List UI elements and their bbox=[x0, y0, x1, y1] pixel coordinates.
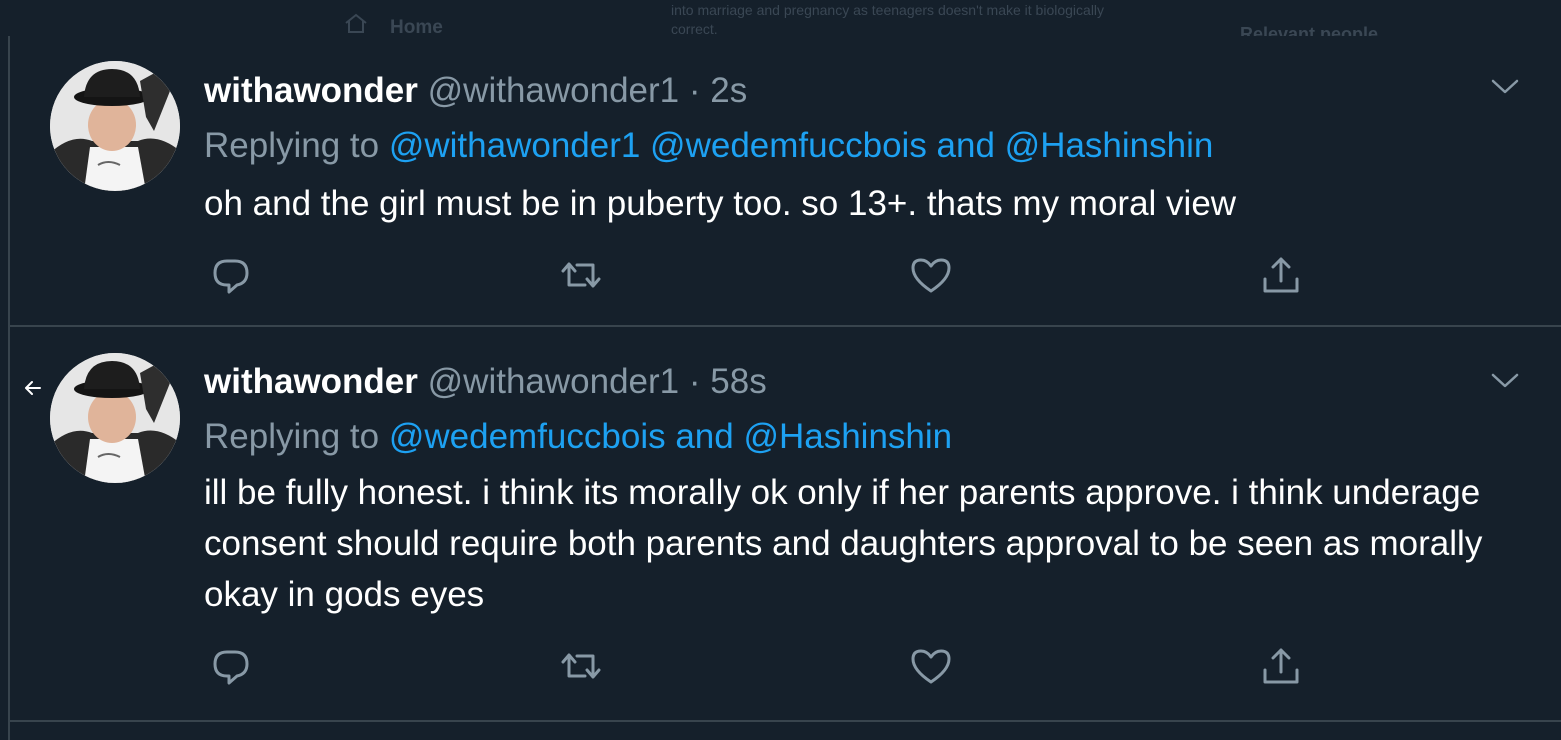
replying-to-label: Replying to bbox=[204, 417, 380, 456]
display-name[interactable]: withawonder bbox=[204, 362, 418, 401]
separator-dot: · bbox=[688, 71, 701, 110]
like-icon[interactable] bbox=[907, 251, 955, 299]
tweet-header: withawonder @withawonder1 · 2s bbox=[204, 69, 747, 113]
home-icon[interactable] bbox=[343, 12, 369, 34]
timestamp[interactable]: 2s bbox=[710, 71, 747, 110]
reply-icon[interactable] bbox=[207, 251, 255, 299]
tweet-actions bbox=[204, 251, 1324, 299]
avatar[interactable] bbox=[50, 61, 180, 191]
like-icon[interactable] bbox=[907, 642, 955, 690]
share-icon[interactable] bbox=[1257, 642, 1305, 690]
replying-to-label: Replying to bbox=[204, 126, 380, 165]
chevron-down-icon[interactable] bbox=[1488, 72, 1522, 100]
tweet-text: ill be fully honest. i think its morally… bbox=[204, 473, 1483, 614]
user-handle[interactable]: @withawonder1 bbox=[428, 71, 680, 110]
tweet[interactable]: withawonder @withawonder1 · 2s Replying … bbox=[10, 36, 1561, 327]
separator-dot: · bbox=[688, 362, 701, 401]
retweet-icon[interactable] bbox=[557, 642, 605, 690]
share-icon[interactable] bbox=[1257, 251, 1305, 299]
chevron-down-icon[interactable] bbox=[1488, 366, 1522, 394]
replying-to-mentions[interactable]: @withawonder1 @wedemfuccbois and @Hashin… bbox=[389, 126, 1214, 165]
background-window-strip: Home into marriage and pregnancy as teen… bbox=[0, 0, 1561, 36]
nav-home-label[interactable]: Home bbox=[390, 17, 443, 36]
relevant-people-heading: Relevant people bbox=[1240, 24, 1379, 36]
background-header-text: into marriage and pregnancy as teenagers… bbox=[671, 2, 1105, 36]
twitter-thread-view: Home into marriage and pregnancy as teen… bbox=[0, 0, 1561, 740]
tweet-text: oh and the girl must be in puberty too. … bbox=[204, 184, 1237, 223]
replying-to-line: Replying to @withawonder1 @wedemfuccbois… bbox=[204, 124, 1213, 168]
tweet-actions bbox=[204, 642, 1324, 690]
display-name[interactable]: withawonder bbox=[204, 71, 418, 110]
replying-to-line: Replying to @wedemfuccbois and @Hashinsh… bbox=[204, 415, 952, 459]
tweet[interactable]: withawonder @withawonder1 · 58s Replying… bbox=[10, 327, 1561, 722]
back-arrow-icon[interactable] bbox=[22, 377, 44, 399]
tweet-feed: withawonder @withawonder1 · 2s Replying … bbox=[8, 36, 1561, 740]
tweet-header: withawonder @withawonder1 · 58s bbox=[204, 360, 767, 404]
reply-icon[interactable] bbox=[207, 642, 255, 690]
replying-to-mentions[interactable]: @wedemfuccbois and @Hashinshin bbox=[389, 417, 952, 456]
user-handle[interactable]: @withawonder1 bbox=[428, 362, 680, 401]
timestamp[interactable]: 58s bbox=[710, 362, 766, 401]
retweet-icon[interactable] bbox=[557, 251, 605, 299]
avatar[interactable] bbox=[50, 353, 180, 483]
